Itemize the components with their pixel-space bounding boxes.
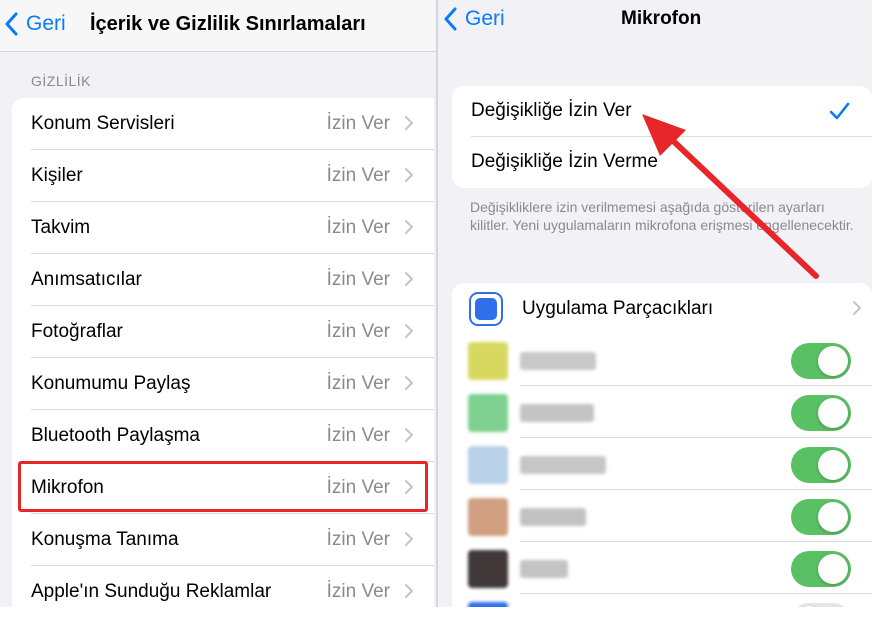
microphone-highlight-box [18, 461, 428, 512]
app-icon [468, 550, 508, 588]
app-widgets-row[interactable]: Uygulama Parçacıkları [452, 283, 872, 334]
privacy-row-takvim[interactable]: Takvim İzin Ver [12, 202, 434, 254]
apps-group: Uygulama Parçacıkları [452, 283, 872, 607]
app-row [452, 334, 872, 386]
privacy-section-header: GİZLİLİK [31, 73, 92, 89]
privacy-row-fotoğraflar[interactable]: Fotoğraflar İzin Ver [12, 306, 434, 358]
row-label: Fotoğraflar [31, 321, 123, 342]
app-row [452, 386, 872, 438]
microphone-access-toggle[interactable] [791, 499, 851, 535]
privacy-row-bluetooth-paylaşma[interactable]: Bluetooth Paylaşma İzin Ver [12, 410, 434, 462]
row-label: Kişiler [31, 165, 83, 186]
options-footnote: Değişikliklere izin verilmemesi aşağıda … [470, 199, 854, 233]
app-icon [468, 394, 508, 432]
left-back-button[interactable]: Geri [4, 12, 66, 36]
row-value: İzin Ver [326, 581, 390, 602]
app-row [452, 542, 872, 594]
row-value: İzin Ver [326, 217, 390, 238]
chevron-right-icon [405, 272, 413, 286]
app-row [452, 594, 872, 607]
right-page-title: Mikrofon [621, 8, 702, 29]
app-icon [468, 498, 508, 536]
row-label: Apple'ın Sunduğu Reklamlar [31, 581, 272, 602]
row-label: Konum Servisleri [31, 113, 175, 134]
chevron-right-icon [405, 168, 413, 182]
app-name-redacted [520, 352, 596, 370]
row-label: Bluetooth Paylaşma [31, 425, 200, 446]
microphone-access-toggle[interactable] [791, 551, 851, 587]
microphone-panel: Geri Mikrofon Değişikliğe İzin Ver Değiş… [438, 0, 872, 607]
row-label: Konumumu Paylaş [31, 373, 191, 394]
app-icon [468, 446, 508, 484]
microphone-access-toggle[interactable] [791, 395, 851, 431]
widgets-icon [469, 292, 503, 326]
left-back-label: Geri [26, 12, 66, 35]
row-value: İzin Ver [326, 529, 390, 550]
chevron-right-icon [405, 532, 413, 546]
microphone-access-toggle[interactable] [791, 603, 851, 607]
right-back-button[interactable]: Geri [443, 7, 505, 31]
option-allow-changes-label: Değişikliğe İzin Ver [471, 100, 632, 121]
app-name-redacted [520, 560, 568, 578]
change-options-group: Değişikliğe İzin Ver Değişikliğe İzin Ve… [452, 86, 872, 188]
app-widgets-label: Uygulama Parçacıkları [522, 298, 714, 319]
microphone-access-toggle[interactable] [791, 447, 851, 483]
left-navigation-bar: Geri İçerik ve Gizlilik Sınırlamaları [0, 0, 436, 52]
app-row [452, 438, 872, 490]
restrictions-panel: Geri İçerik ve Gizlilik Sınırlamaları Gİ… [0, 0, 436, 607]
privacy-settings-list: Konum Servisleri İzin Ver Kişiler İzin Ver T… [12, 98, 434, 607]
chevron-left-icon [444, 7, 457, 31]
app-name-redacted [520, 404, 594, 422]
app-name-redacted [520, 508, 586, 526]
privacy-row-konum-servisleri[interactable]: Konum Servisleri İzin Ver [12, 98, 434, 150]
left-page-title: İçerik ve Gizlilik Sınırlamaları [90, 13, 366, 35]
row-value: İzin Ver [326, 165, 390, 186]
privacy-row-kişiler[interactable]: Kişiler İzin Ver [12, 150, 434, 202]
row-label: Takvim [31, 217, 91, 238]
option-dont-allow-changes[interactable]: Değişikliğe İzin Verme [452, 137, 872, 188]
app-list [452, 334, 872, 607]
chevron-right-icon [405, 116, 413, 130]
chevron-right-icon [405, 324, 413, 338]
row-value: İzin Ver [326, 321, 390, 342]
chevron-right-icon [405, 376, 413, 390]
app-name-redacted [520, 456, 606, 474]
checkmark-icon [829, 102, 850, 120]
chevron-left-icon [5, 12, 18, 36]
app-icon [468, 602, 508, 607]
privacy-row-apple-ın-sunduğu-reklamlar[interactable]: Apple'ın Sunduğu Reklamlar İzin Ver [12, 566, 434, 607]
chevron-right-icon [853, 301, 861, 315]
chevron-right-icon [405, 220, 413, 234]
right-back-label: Geri [465, 7, 505, 30]
row-value: İzin Ver [326, 113, 390, 134]
privacy-row-anımsatıcılar[interactable]: Anımsatıcılar İzin Ver [12, 254, 434, 306]
chevron-right-icon [405, 428, 413, 442]
row-value: İzin Ver [326, 425, 390, 446]
app-row [452, 490, 872, 542]
option-allow-changes[interactable]: Değişikliğe İzin Ver [452, 86, 872, 137]
microphone-access-toggle[interactable] [791, 343, 851, 379]
row-label: Anımsatıcılar [31, 269, 142, 290]
row-value: İzin Ver [326, 373, 390, 394]
privacy-row-konumumu-paylaş[interactable]: Konumumu Paylaş İzin Ver [12, 358, 434, 410]
row-value: İzin Ver [326, 269, 390, 290]
row-label: Konuşma Tanıma [31, 529, 179, 550]
option-dont-allow-changes-label: Değişikliğe İzin Verme [471, 151, 658, 172]
privacy-row-konuşma-tanıma[interactable]: Konuşma Tanıma İzin Ver [12, 514, 434, 566]
chevron-right-icon [405, 584, 413, 598]
app-icon [468, 342, 508, 380]
